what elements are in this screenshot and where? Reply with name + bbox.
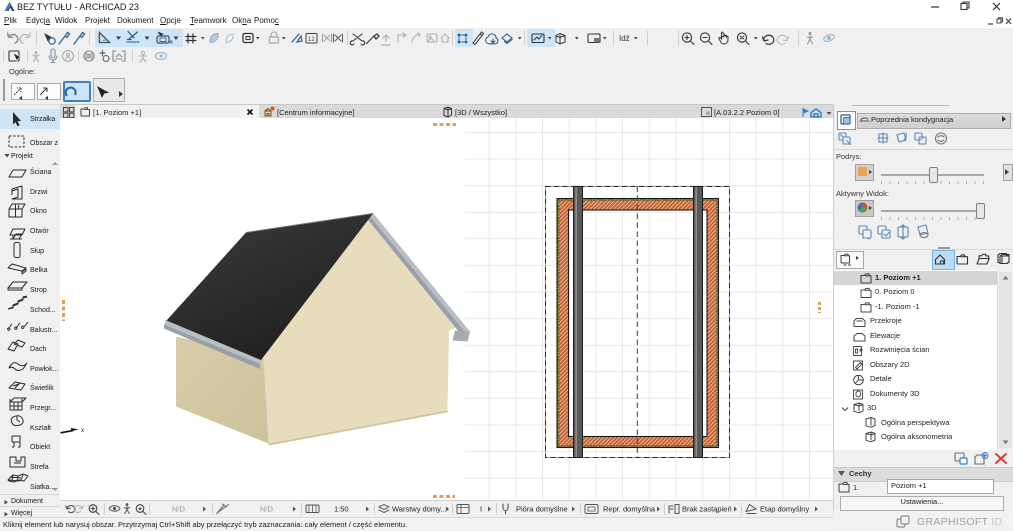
svg-text:Warstwy domy...: Warstwy domy...: [392, 505, 447, 514]
svg-text:12: 12: [308, 37, 315, 43]
svg-text:Idź: Idź: [619, 34, 630, 43]
svg-text:Repr. domyślna: Repr. domyślna: [603, 505, 656, 514]
svg-text:Brak zastąpień: Brak zastąpień: [682, 505, 732, 514]
svg-text:x: x: [81, 427, 85, 434]
svg-text:Pióra domyślne: Pióra domyślne: [516, 505, 568, 514]
svg-text:I: I: [480, 505, 482, 514]
svg-text:N/D: N/D: [260, 505, 274, 514]
svg-text:N/D: N/D: [172, 505, 186, 514]
svg-text:Etap domyślny: Etap domyślny: [760, 505, 809, 514]
svg-text:1:50: 1:50: [334, 505, 349, 514]
